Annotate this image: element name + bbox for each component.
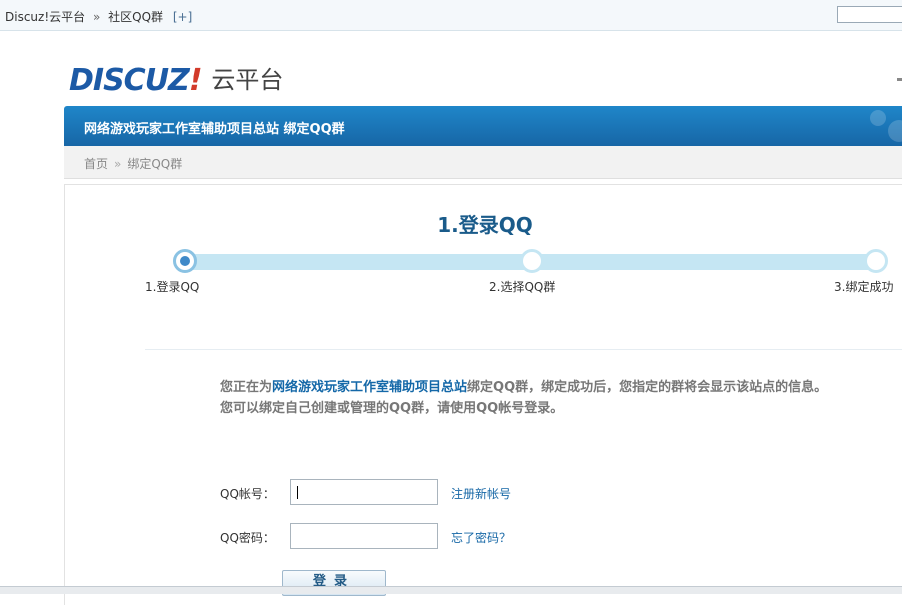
- step-node-3: [864, 249, 888, 273]
- qq-password-label: QQ密码：: [220, 531, 275, 545]
- step-label-2: 2.选择QQ群: [489, 280, 556, 294]
- logo-brand: DISCUZ!: [69, 63, 202, 98]
- main-panel: 1.登录QQ 1.登录QQ 2.选择QQ群 3.绑定成功 您正在为网络游戏玩家工…: [64, 184, 902, 605]
- step-label-3: 3.绑定成功: [834, 280, 894, 294]
- top-search-input[interactable]: [837, 6, 902, 23]
- step-label-1: 1.登录QQ: [145, 280, 200, 294]
- text-caret: [297, 486, 298, 499]
- header-decoration: [864, 106, 902, 146]
- qq-account-label: QQ帐号：: [220, 487, 275, 501]
- breadcrumb-arrow: »: [114, 157, 122, 171]
- qq-account-input[interactable]: [290, 479, 438, 505]
- expand-button[interactable]: [+]: [173, 10, 192, 24]
- section-divider: [145, 349, 902, 350]
- breadcrumb-home[interactable]: 首页: [84, 157, 108, 171]
- page-header: 网络游戏玩家工作室辅助项目总站 绑定QQ群: [64, 106, 902, 146]
- top-separator: »: [92, 10, 101, 24]
- step-node-1: [173, 249, 197, 273]
- step-title: 1.登录QQ: [437, 213, 533, 237]
- breadcrumb: 首页 » 绑定QQ群: [64, 146, 902, 179]
- register-link[interactable]: 注册新帐号: [451, 485, 511, 502]
- page-title: 网络游戏玩家工作室辅助项目总站 绑定QQ群: [84, 122, 345, 137]
- scroll-marker: [897, 78, 902, 81]
- top-section-link[interactable]: 社区QQ群: [108, 10, 163, 24]
- info-line2: 您可以绑定自己创建或管理的QQ群，请使用QQ帐号登录。: [220, 401, 564, 416]
- top-breadcrumb: Discuz!云平台 » 社区QQ群 [+]: [5, 8, 192, 25]
- info-site-name: 网络游戏玩家工作室辅助项目总站: [272, 380, 468, 395]
- top-bar: Discuz!云平台 » 社区QQ群 [+]: [0, 0, 902, 31]
- step-node-2: [520, 249, 544, 273]
- qq-password-input[interactable]: [290, 523, 438, 549]
- logo-product: 云平台: [211, 66, 284, 94]
- top-site-link[interactable]: Discuz!云平台: [5, 10, 85, 24]
- discuz-logo[interactable]: DISCUZ! 云平台: [69, 60, 283, 98]
- breadcrumb-current[interactable]: 绑定QQ群: [127, 157, 182, 171]
- forgot-password-link[interactable]: 忘了密码？: [451, 529, 511, 546]
- bind-info-text: 您正在为网络游戏玩家工作室辅助项目总站绑定QQ群，绑定成功后，您指定的群将会显示…: [220, 380, 828, 416]
